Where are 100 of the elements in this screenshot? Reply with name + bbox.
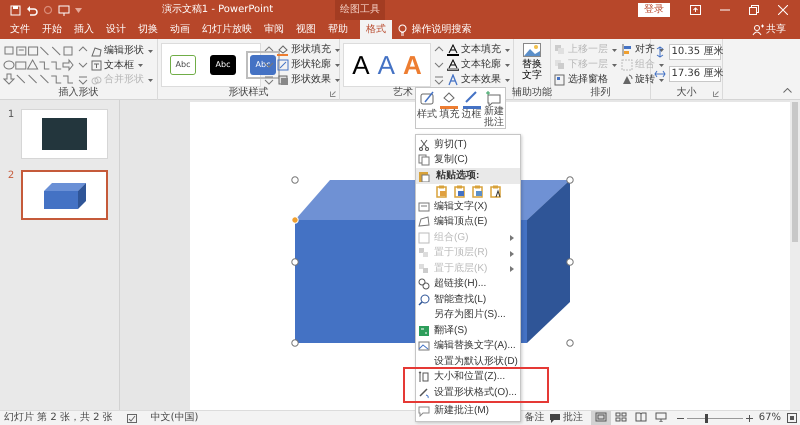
ribbon-tab[interactable]: 审阅: [258, 20, 290, 39]
ribbon-command[interactable]: 选择窗格: [554, 73, 617, 87]
dropdown-caret-icon: [612, 64, 617, 66]
comments-button[interactable]: 批注: [562, 412, 583, 424]
menu-item[interactable]: 超链接(H)...: [416, 276, 520, 292]
ribbon-display-icon[interactable]: [690, 5, 701, 15]
menu-item[interactable]: 智能查找(L): [416, 292, 520, 308]
language-indicator[interactable]: 中文(中国): [150, 412, 198, 424]
zoom-slider[interactable]: [686, 412, 743, 424]
slide-thumbnail[interactable]: [21, 170, 108, 220]
wordart-style[interactable]: A: [378, 50, 395, 80]
restore-icon[interactable]: [749, 5, 759, 15]
gallery-more-icon[interactable]: [78, 75, 88, 87]
width-icon: [654, 68, 666, 80]
login-button[interactable]: 登录: [638, 3, 670, 17]
save-icon[interactable]: [10, 4, 21, 16]
dialog-launcher-icon[interactable]: [330, 91, 336, 97]
height-icon: [654, 46, 666, 58]
text-fill-icon: [447, 44, 459, 56]
shape-effects-icon: [277, 74, 289, 86]
ribbon-command[interactable]: 文本填充: [447, 43, 510, 57]
menu-item[interactable]: 设置为默认形状(D): [416, 354, 520, 370]
undo-icon[interactable]: [26, 4, 38, 16]
zoom-level[interactable]: 67%: [758, 412, 781, 424]
mini-toolbar-button[interactable]: 边框: [461, 91, 482, 120]
menu-item[interactable]: 新建批注(M): [416, 404, 520, 419]
zoom-in-icon[interactable]: [746, 414, 753, 422]
dialog-launcher-icon[interactable]: [713, 91, 719, 97]
ribbon-tab[interactable]: 文件: [4, 20, 36, 39]
alt-text-button[interactable]: 替换文字: [517, 43, 547, 87]
fit-slide-icon[interactable]: [787, 413, 797, 423]
menu-item[interactable]: 翻译(S): [416, 323, 520, 338]
ribbon-tab[interactable]: 帮助: [322, 20, 354, 39]
style-brush-icon: [420, 91, 435, 106]
ribbon-command[interactable]: 形状效果: [277, 73, 340, 87]
ribbon-tab[interactable]: 幻灯片放映: [196, 20, 258, 39]
share-button[interactable]: 共享: [766, 24, 786, 36]
resize-handle[interactable]: [566, 339, 574, 347]
mini-toolbar-button[interactable]: 样式: [416, 91, 438, 120]
menu-item[interactable]: 编辑替换文字(A)...: [416, 338, 520, 354]
menu-item[interactable]: 复制(C): [416, 152, 520, 168]
ribbon-tab[interactable]: 动画: [164, 20, 196, 39]
collapse-ribbon-icon[interactable]: [783, 88, 792, 93]
ribbon-tab[interactable]: 切换: [132, 20, 164, 39]
paste-destination-icon[interactable]: [454, 184, 466, 198]
dropdown-caret-icon: [148, 78, 153, 82]
pen-outline-icon: [277, 59, 289, 71]
ribbon-tab[interactable]: 视图: [290, 20, 322, 39]
comment-icon: [418, 405, 430, 418]
merge-shapes-icon: [91, 74, 102, 86]
size-field[interactable]: 17.36 厘米: [668, 66, 720, 82]
menu-item[interactable]: 剪切(T): [416, 137, 520, 152]
slideshow-icon: [654, 412, 667, 422]
notes-button[interactable]: 备注: [524, 412, 544, 424]
link-icon: [418, 278, 430, 290]
vertical-scrollbar[interactable]: [790, 100, 800, 410]
adjust-handle[interactable]: [291, 216, 299, 224]
tell-me-search-field[interactable]: 操作说明搜索: [410, 22, 490, 36]
box-thumbnail-drawing: [44, 181, 86, 209]
menu-item[interactable]: 编辑顶点(E): [416, 214, 520, 230]
ribbon-command[interactable]: 形状填充: [277, 43, 340, 57]
ribbon-tab[interactable]: 格式: [360, 20, 392, 39]
resize-handle[interactable]: [291, 176, 299, 184]
normal-view-icon: [594, 412, 607, 422]
view-button[interactable]: [590, 411, 611, 425]
text-box-icon: [91, 60, 102, 71]
ribbon-command[interactable]: 形状轮廓: [277, 58, 340, 72]
ribbon-tab[interactable]: 开始: [36, 20, 68, 39]
ribbon-command[interactable]: 文本框: [91, 58, 153, 72]
paste-picture-icon[interactable]: [472, 184, 484, 198]
mini-toolbar-button[interactable]: 新建批注: [483, 91, 504, 128]
mini-toolbar-button[interactable]: 填充: [438, 91, 460, 120]
customize-caret-icon[interactable]: [75, 8, 82, 12]
menu-item[interactable]: 大小和位置(Z)...: [416, 370, 520, 385]
spellcheck-icon[interactable]: [126, 414, 137, 422]
text-outline-icon: [447, 59, 459, 71]
menu-item[interactable]: 设置形状格式(O)...: [416, 385, 520, 400]
ribbon-command[interactable]: 对齐: [621, 43, 664, 57]
ribbon-tab[interactable]: 设计: [100, 20, 132, 39]
wordart-style[interactable]: A: [352, 50, 370, 80]
resize-handle[interactable]: [291, 339, 299, 347]
ribbon-command[interactable]: 文本轮廓: [447, 58, 510, 72]
resize-handle[interactable]: [566, 176, 574, 184]
presentation-icon[interactable]: [58, 4, 70, 16]
new-comment-icon: [486, 91, 502, 106]
close-icon[interactable]: [778, 5, 788, 15]
ribbon-tab[interactable]: 插入: [68, 20, 100, 39]
paste-text-icon[interactable]: [490, 184, 502, 198]
ribbon-command[interactable]: 文本效果: [447, 73, 510, 87]
gallery-more-icon[interactable]: [264, 75, 274, 87]
resize-handle[interactable]: [291, 258, 299, 266]
style-swatch[interactable]: Abc: [246, 51, 280, 79]
ribbon-command[interactable]: 编辑形状: [91, 44, 153, 58]
resize-handle[interactable]: [566, 258, 574, 266]
size-field[interactable]: 10.35 厘米: [668, 44, 720, 60]
zoom-slider-thumb[interactable]: [705, 414, 708, 422]
menu-item[interactable]: 另存为图片(S)...: [416, 308, 520, 323]
ribbon-command[interactable]: 旋转: [621, 73, 664, 87]
menu-item[interactable]: 编辑文字(X): [416, 199, 520, 214]
gallery-more-icon[interactable]: [434, 75, 444, 87]
